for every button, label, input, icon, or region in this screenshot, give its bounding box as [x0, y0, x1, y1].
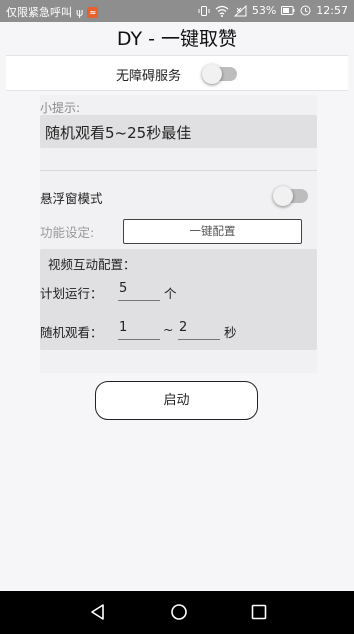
float-mode-toggle[interactable] [273, 186, 308, 206]
tip-text: 随机观看5~25秒最佳 [45, 124, 192, 142]
random-watch-max-input[interactable]: 2 [178, 320, 220, 340]
status-right: 53% 12:57 [198, 4, 348, 17]
notification-icon: ≈ [87, 6, 99, 18]
navigation-bar [0, 591, 354, 634]
divider [40, 170, 317, 171]
carrier-text: 仅限紧急呼叫 [6, 6, 72, 19]
random-watch-label: 随机观看： [40, 325, 103, 340]
plan-run-input[interactable]: 5 [118, 281, 160, 301]
one-click-config-button[interactable]: 一键配置 [123, 219, 302, 244]
plan-run-label: 计划运行： [40, 286, 103, 301]
accessibility-label: 无障碍服务 [116, 69, 182, 84]
tip-label: 小提示: [40, 101, 81, 115]
recent-apps-icon[interactable] [250, 603, 268, 621]
status-bar: 仅限紧急呼叫 ψ ≈ 53% 12:57 [0, 0, 354, 22]
plan-run-unit: 个 [164, 286, 177, 301]
accessibility-toggle[interactable] [202, 64, 237, 84]
video-config-title: 视频互动配置： [48, 257, 136, 272]
random-watch-unit: 秒 [224, 325, 237, 340]
toggle-knob [273, 186, 293, 206]
random-watch-min-input[interactable]: 1 [118, 320, 160, 340]
status-left: 仅限紧急呼叫 ψ ≈ [6, 4, 99, 20]
toggle-knob [202, 64, 222, 84]
wifi-icon [215, 5, 229, 17]
app-title: DY - 一键取赞 [116, 28, 238, 50]
clock-icon [300, 5, 311, 16]
vibrate-icon [198, 5, 210, 16]
battery-icon [281, 6, 295, 15]
random-watch-separator: ~ [163, 322, 174, 337]
home-icon[interactable] [170, 603, 188, 621]
clock-time: 12:57 [316, 4, 348, 17]
function-label: 功能设定: [40, 225, 95, 240]
accessibility-row: 无障碍服务 [6, 55, 348, 91]
back-icon[interactable] [89, 603, 107, 621]
battery-percent: 53% [251, 4, 277, 17]
float-mode-label: 悬浮窗模式 [40, 191, 103, 206]
usb-icon: ψ [76, 5, 84, 19]
start-button[interactable]: 启动 [95, 381, 258, 420]
signal-icon [233, 4, 247, 16]
tip-box: 随机观看5~25秒最佳 [40, 115, 317, 148]
